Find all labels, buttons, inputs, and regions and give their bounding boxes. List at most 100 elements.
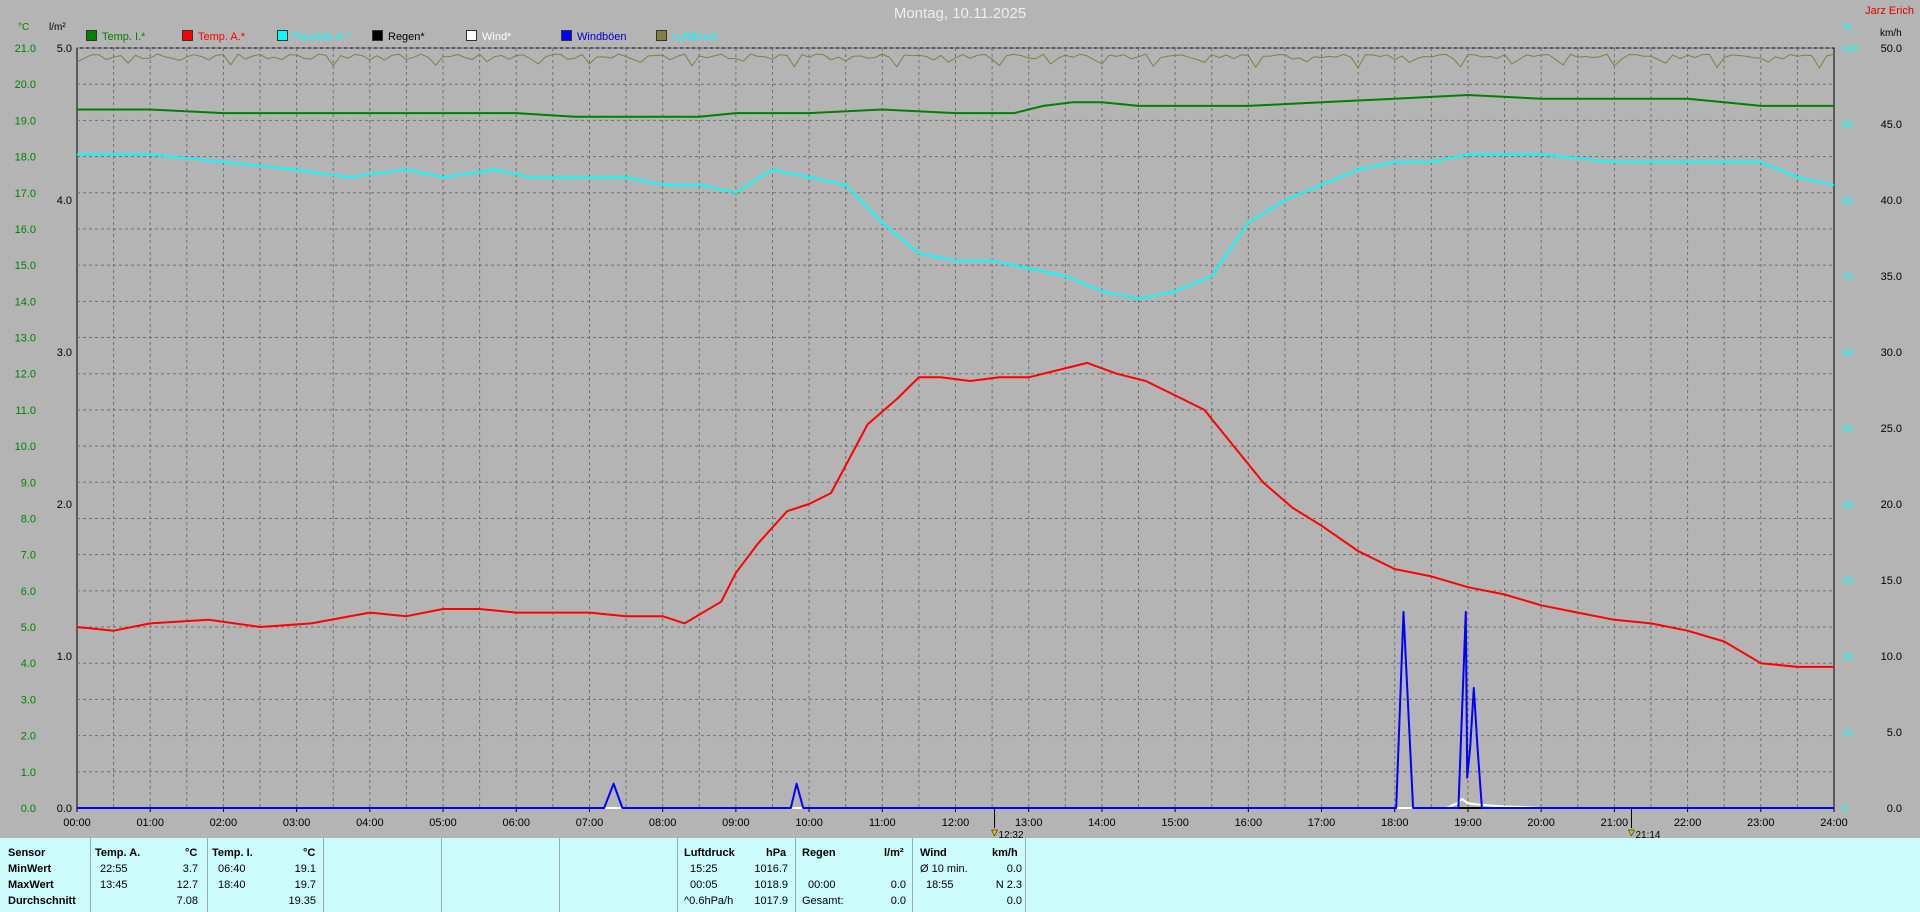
x-tick-label: 03:00 xyxy=(283,817,311,829)
pressure-max-value: 1018.9 xyxy=(754,879,788,891)
rain-total-label: Gesamt: xyxy=(802,895,844,907)
rain-total-value: 0.0 xyxy=(890,895,906,907)
temp-a-min-time: 22:55 xyxy=(100,863,128,875)
x-tick-label: 20:00 xyxy=(1527,817,1555,829)
temp-tick-label: 7.0 xyxy=(21,550,36,562)
humidity-tick-label: 50 xyxy=(1842,424,1854,435)
column-divider xyxy=(559,838,560,912)
rain-tick-label: 2.0 xyxy=(57,499,72,511)
humidity-tick-label: 70 xyxy=(1842,272,1854,283)
humidity-tick-label: 60 xyxy=(1842,348,1854,359)
humidity-tick-label: 100 xyxy=(1842,44,1859,55)
rain-header: Regen xyxy=(802,847,836,859)
summary-table: Sensor MinWert MaxWert Durchschnitt Temp… xyxy=(0,838,1920,912)
rain-tick-label-zero: 0.0 xyxy=(57,803,72,815)
temp-a-avg-value: 7.08 xyxy=(176,895,198,907)
temp-a-min-value: 3.7 xyxy=(182,863,198,875)
event-marker-label: 21:14 xyxy=(1635,830,1660,838)
wind-avg-label: Ø 10 min. xyxy=(920,863,968,875)
temp-tick-label: 16.0 xyxy=(15,224,36,236)
x-tick-label: 17:00 xyxy=(1308,817,1336,829)
pressure-min-time: 15:25 xyxy=(690,863,718,875)
column-divider xyxy=(795,838,796,912)
humidity-tick-label: 90 xyxy=(1842,120,1854,131)
x-tick-label: 21:00 xyxy=(1601,817,1629,829)
x-tick-label: 24:00 xyxy=(1820,817,1848,829)
temp-tick-label: 19.0 xyxy=(15,115,36,127)
temp-i-avg-value: 19.35 xyxy=(288,895,316,907)
row-label-min: MinWert xyxy=(8,863,52,875)
x-tick-label: 04:00 xyxy=(356,817,384,829)
pressure-trend-value: 1017.9 xyxy=(754,895,788,907)
x-tick-label: 05:00 xyxy=(429,817,457,829)
temp-i-max-time: 18:40 xyxy=(218,879,246,891)
x-tick-label: 12:00 xyxy=(942,817,970,829)
x-tick-label: 22:00 xyxy=(1674,817,1702,829)
column-divider xyxy=(441,838,442,912)
rain-max-value: 0.0 xyxy=(890,879,906,891)
temp-tick-label: 6.0 xyxy=(21,586,36,598)
wind-tick-label: 0.0 xyxy=(1887,803,1902,815)
column-divider xyxy=(90,838,91,912)
temp-tick-label: 15.0 xyxy=(15,260,36,272)
x-tick-label: 15:00 xyxy=(1161,817,1189,829)
column-divider xyxy=(1025,838,1026,912)
pressure-min-value: 1016.7 xyxy=(754,863,788,875)
temp-tick-label: 13.0 xyxy=(15,333,36,345)
wind-tick-label: 25.0 xyxy=(1881,423,1902,435)
column-divider xyxy=(912,838,913,912)
x-tick-label: 23:00 xyxy=(1747,817,1775,829)
temp-i-min-value: 19.1 xyxy=(294,863,316,875)
x-tick-label: 19:00 xyxy=(1454,817,1482,829)
wind-tick-label: 35.0 xyxy=(1881,271,1902,283)
temp-i-max-value: 19.7 xyxy=(294,879,316,891)
wind-tick-label: 10.0 xyxy=(1881,651,1902,663)
rain-tick-label: 5.0 xyxy=(57,43,72,55)
temp-tick-label: 4.0 xyxy=(21,658,36,670)
temp-tick-label: 0.0 xyxy=(21,803,36,815)
x-tick-label: 07:00 xyxy=(576,817,604,829)
x-tick-label: 09:00 xyxy=(722,817,750,829)
temp-tick-label: 14.0 xyxy=(15,296,36,308)
wind-tick-label: 5.0 xyxy=(1887,727,1902,739)
rain-max-time: 00:00 xyxy=(808,879,836,891)
humidity-tick-label: 80 xyxy=(1842,196,1854,207)
wind-tick-label: 45.0 xyxy=(1881,119,1902,131)
temp-tick-label: 18.0 xyxy=(15,152,36,164)
event-marker-icon xyxy=(991,829,998,837)
humidity-tick-label: 10 xyxy=(1842,728,1854,739)
humidity-tick-label: 30 xyxy=(1842,576,1854,587)
wind-tick-label: 15.0 xyxy=(1881,575,1902,587)
weather-chart: 0.0 1.0 2.0 3.0 4.0 5.0 6.0 7.0 8.0 9.0 10.0 11.0 12… xyxy=(15,43,1902,838)
temp-tick-label: 20.0 xyxy=(15,79,36,91)
row-label-avg: Durchschnitt xyxy=(8,895,76,907)
pressure-max-time: 00:05 xyxy=(690,879,718,891)
temp-tick-label: 11.0 xyxy=(15,405,36,417)
temp-tick-label: 10.0 xyxy=(15,441,36,453)
temp-tick-label: 9.0 xyxy=(21,477,36,489)
temp-tick-label: 8.0 xyxy=(21,513,36,525)
x-tick-label: 02:00 xyxy=(210,817,238,829)
wind-header: Wind xyxy=(920,847,947,859)
wind-tick-label: 20.0 xyxy=(1881,499,1902,511)
column-divider xyxy=(323,838,324,912)
wind-tick-label: 40.0 xyxy=(1881,195,1902,207)
x-tick-label: 01:00 xyxy=(136,817,164,829)
temp-tick-label: 17.0 xyxy=(15,188,36,200)
pressure-unit: hPa xyxy=(766,847,787,859)
rain-tick-label: 1.0 xyxy=(57,651,72,663)
event-marker-label: 12:32 xyxy=(999,830,1024,838)
x-tick-label: 00:00 xyxy=(63,817,91,829)
column-divider xyxy=(677,838,678,912)
temp-a-max-value: 12.7 xyxy=(176,879,198,891)
wind-tick-label: 50.0 xyxy=(1881,43,1902,55)
row-label-max: MaxWert xyxy=(8,879,54,891)
x-tick-label: 06:00 xyxy=(502,817,530,829)
humidity-tick-label: 40 xyxy=(1842,500,1854,511)
sensor-header: Sensor xyxy=(8,847,46,859)
x-tick-label: 08:00 xyxy=(649,817,677,829)
temp-tick-label: 1.0 xyxy=(21,767,36,779)
pressure-header: Luftdruck xyxy=(684,847,735,859)
temp-i-min-time: 06:40 xyxy=(218,863,246,875)
x-tick-label: 14:00 xyxy=(1088,817,1116,829)
